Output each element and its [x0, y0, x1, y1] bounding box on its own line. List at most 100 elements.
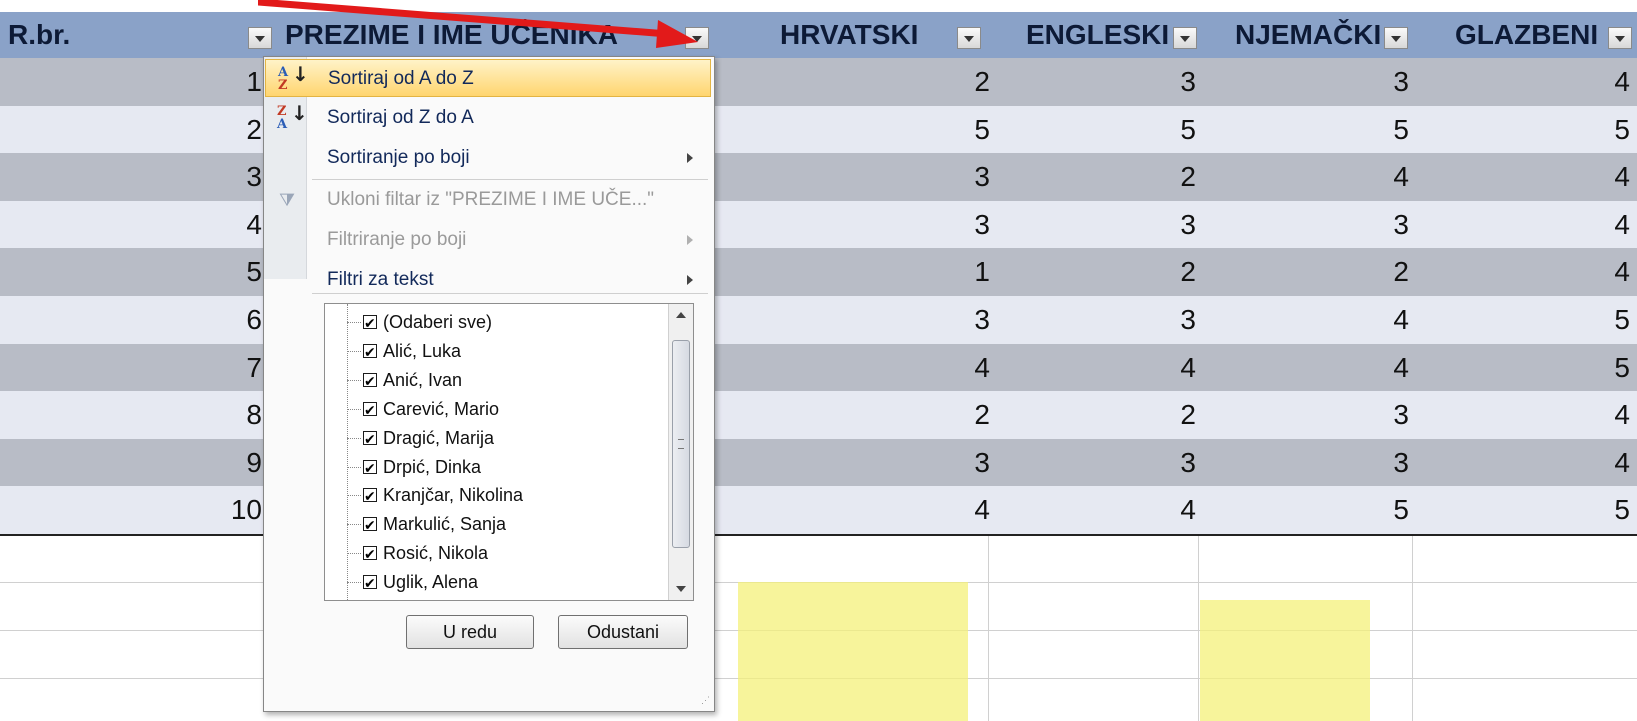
cell-rbr[interactable]: 2 — [202, 106, 262, 154]
checkbox-icon[interactable] — [363, 541, 377, 570]
filter-values-list[interactable]: (Odaberi sve) Alić, Luka Anić, Ivan Carević… — [324, 303, 694, 601]
cell-hrvatski[interactable]: 2 — [930, 391, 990, 439]
checkbox-icon[interactable] — [363, 483, 377, 512]
cell-engleski[interactable]: 2 — [1136, 391, 1196, 439]
cell-hrvatski[interactable]: 4 — [930, 486, 990, 534]
cell-glazbeni[interactable]: 5 — [1570, 344, 1630, 392]
checkbox-icon[interactable] — [363, 426, 377, 455]
table-row[interactable]: 3 3 2 4 4 — [0, 153, 1637, 202]
cell-njemacki[interactable]: 5 — [1349, 486, 1409, 534]
cell-hrvatski[interactable]: 3 — [930, 153, 990, 201]
table-row[interactable]: 8 2 2 3 4 — [0, 391, 1637, 440]
cell-rbr[interactable]: 3 — [202, 153, 262, 201]
glazbeni-filter-dropdown-icon[interactable] — [1608, 27, 1632, 49]
cell-hrvatski[interactable]: 3 — [930, 439, 990, 487]
header-glazbeni: GLAZBENI — [1455, 19, 1599, 50]
cell-hrvatski[interactable]: 1 — [930, 248, 990, 296]
tree-connector — [347, 495, 361, 497]
filter-list-item-label: Carević, Mario — [383, 398, 500, 419]
cell-njemacki[interactable]: 3 — [1349, 58, 1409, 106]
checkbox-icon[interactable] — [363, 512, 377, 541]
table-row[interactable]: 2 5 5 5 5 — [0, 105, 1637, 154]
submenu-arrow-icon — [687, 275, 693, 285]
table-row[interactable]: 4 3 3 3 4 — [0, 200, 1637, 249]
yellow-highlight — [738, 582, 968, 721]
cell-hrvatski[interactable]: 3 — [930, 201, 990, 249]
cell-glazbeni[interactable]: 4 — [1570, 58, 1630, 106]
cell-njemacki[interactable]: 3 — [1349, 201, 1409, 249]
cell-glazbeni[interactable]: 4 — [1570, 201, 1630, 249]
cell-rbr[interactable]: 5 — [202, 248, 262, 296]
scroll-down-icon[interactable] — [669, 578, 693, 600]
cell-engleski[interactable]: 3 — [1136, 58, 1196, 106]
cell-njemacki[interactable]: 4 — [1349, 153, 1409, 201]
menu-item-sort-za[interactable]: Z A ↓ Sortiraj od Z do A — [265, 99, 711, 137]
cell-rbr[interactable]: 4 — [202, 201, 262, 249]
engleski-filter-dropdown-icon[interactable] — [1173, 27, 1197, 49]
checkbox-icon[interactable] — [363, 339, 377, 368]
table-row[interactable]: 7 4 4 4 5 — [0, 343, 1637, 392]
scroll-thumb[interactable] — [672, 340, 690, 548]
ok-button[interactable]: U redu — [406, 615, 534, 649]
menu-item-sort-by-color[interactable]: Sortiranje po boji — [265, 139, 711, 177]
list-scrollbar[interactable] — [668, 304, 693, 600]
filter-list-item-label: Kranjčar, Nikolina — [383, 485, 524, 506]
cell-glazbeni[interactable]: 4 — [1570, 439, 1630, 487]
cell-rbr[interactable]: 10 — [202, 486, 262, 534]
cell-rbr[interactable]: 8 — [202, 391, 262, 439]
cell-engleski[interactable]: 2 — [1136, 153, 1196, 201]
cell-glazbeni[interactable]: 4 — [1570, 248, 1630, 296]
checkbox-icon[interactable] — [363, 310, 377, 339]
cell-rbr[interactable]: 9 — [202, 439, 262, 487]
cell-glazbeni[interactable]: 5 — [1570, 486, 1630, 534]
cell-engleski[interactable]: 2 — [1136, 248, 1196, 296]
cell-engleski[interactable]: 3 — [1136, 439, 1196, 487]
checkbox-icon[interactable] — [363, 397, 377, 426]
cell-glazbeni[interactable]: 5 — [1570, 106, 1630, 154]
cell-hrvatski[interactable]: 4 — [930, 344, 990, 392]
sort-za-icon: Z A ↓ — [277, 101, 308, 132]
filter-list-item-label: (Odaberi sve) — [383, 312, 493, 332]
cell-glazbeni[interactable]: 5 — [1570, 296, 1630, 344]
cell-njemacki[interactable]: 2 — [1349, 248, 1409, 296]
cell-engleski[interactable]: 4 — [1136, 344, 1196, 392]
njemacki-filter-dropdown-icon[interactable] — [1384, 27, 1408, 49]
cell-hrvatski[interactable]: 5 — [930, 106, 990, 154]
tree-connector — [347, 379, 361, 381]
table-row[interactable]: 10 4 4 5 5 — [0, 486, 1637, 535]
table-row[interactable]: 9 3 3 3 4 — [0, 438, 1637, 487]
filter-list-item-label: Živković, Ana — [383, 597, 489, 600]
menu-label: Sortiraj od A do Z — [328, 68, 474, 89]
cell-rbr[interactable]: 6 — [202, 296, 262, 344]
table-row[interactable]: 6 3 3 4 5 — [0, 296, 1637, 344]
hrvatski-filter-dropdown-icon[interactable] — [957, 27, 981, 49]
cell-engleski[interactable]: 3 — [1136, 201, 1196, 249]
cell-engleski[interactable]: 5 — [1136, 106, 1196, 154]
checkbox-icon[interactable] — [363, 455, 377, 484]
cell-glazbeni[interactable]: 4 — [1570, 153, 1630, 201]
cancel-button[interactable]: Odustani — [558, 615, 688, 649]
cell-njemacki[interactable]: 4 — [1349, 344, 1409, 392]
tree-line — [347, 304, 349, 600]
checkbox-icon[interactable] — [363, 570, 377, 599]
cell-engleski[interactable]: 4 — [1136, 486, 1196, 534]
gridline — [1198, 536, 1199, 721]
resize-grip-icon[interactable]: ⋰ — [701, 696, 711, 708]
table-row[interactable]: 1 2 3 3 4 — [0, 58, 1637, 106]
autofilter-menu: A Z ↓ Sortiraj od A do Z Z A ↓ Sortiraj od Z… — [263, 56, 715, 712]
cell-njemacki[interactable]: 5 — [1349, 106, 1409, 154]
cell-engleski[interactable]: 3 — [1136, 296, 1196, 344]
table-row[interactable]: 5 1 2 2 4 — [0, 248, 1637, 297]
cell-rbr[interactable]: 1 — [202, 58, 262, 106]
cell-glazbeni[interactable]: 4 — [1570, 391, 1630, 439]
cell-hrvatski[interactable]: 3 — [930, 296, 990, 344]
cell-njemacki[interactable]: 4 — [1349, 296, 1409, 344]
checkbox-icon[interactable] — [363, 368, 377, 397]
cell-hrvatski[interactable]: 2 — [930, 58, 990, 106]
cell-rbr[interactable]: 7 — [202, 344, 262, 392]
scroll-up-icon[interactable] — [669, 304, 693, 326]
cell-njemacki[interactable]: 3 — [1349, 439, 1409, 487]
menu-item-sort-az[interactable]: A Z ↓ Sortiraj od A do Z — [265, 59, 711, 97]
cell-njemacki[interactable]: 3 — [1349, 391, 1409, 439]
tree-connector — [347, 582, 361, 584]
